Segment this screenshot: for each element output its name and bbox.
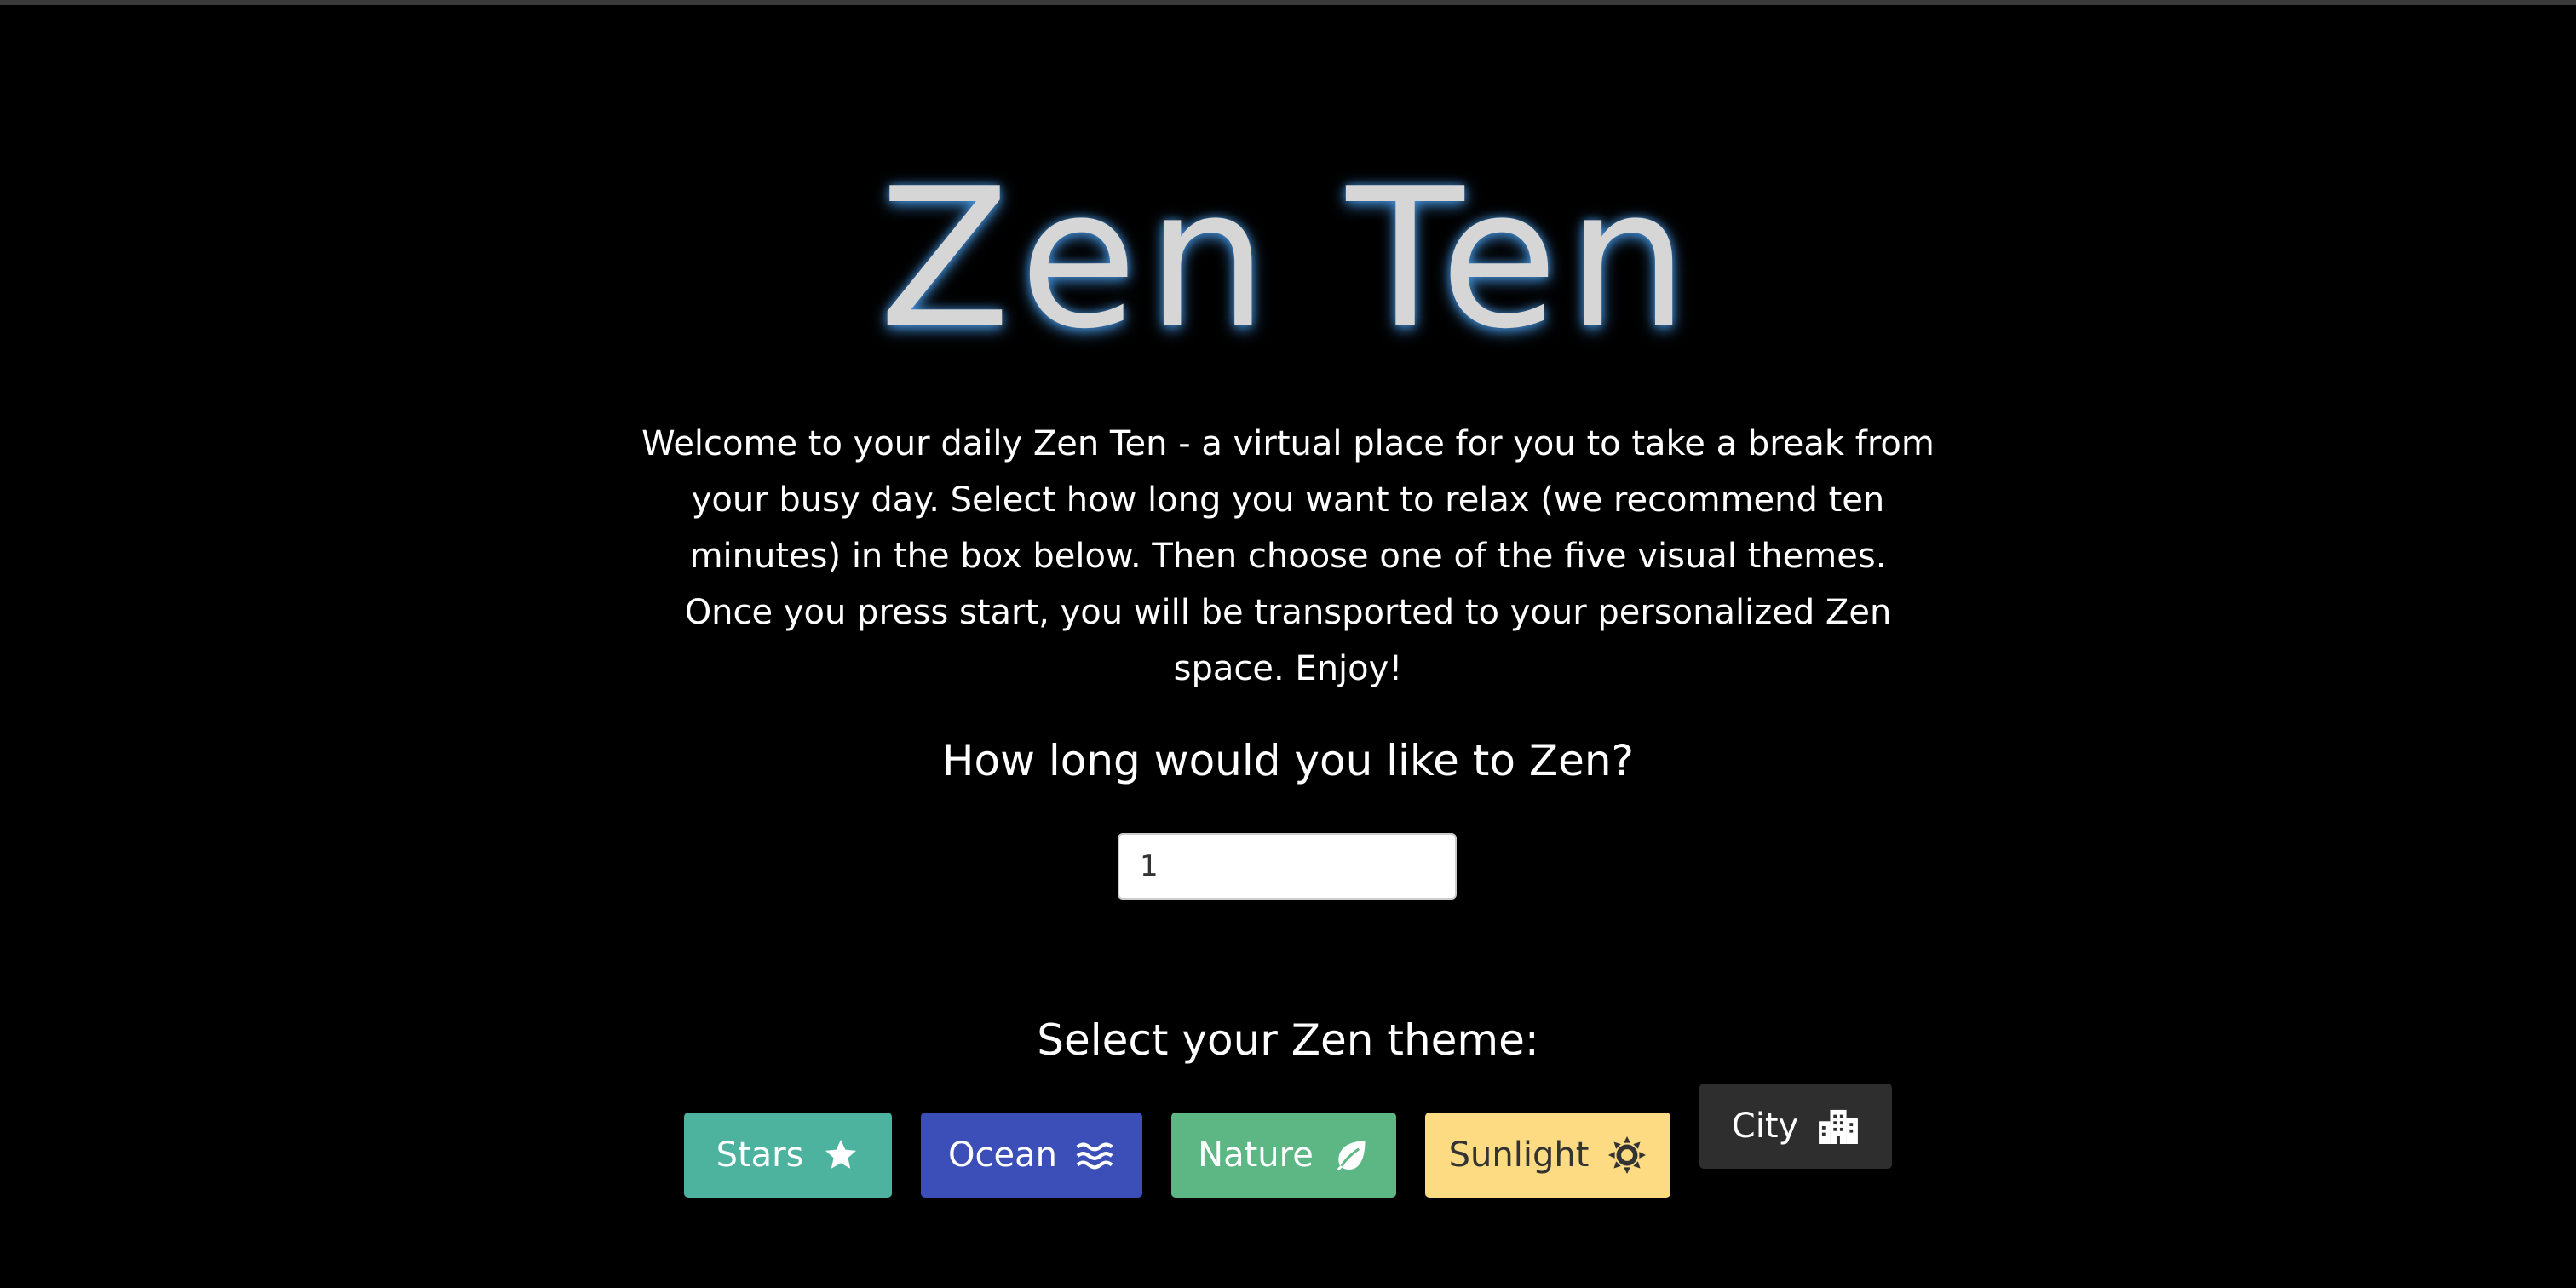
city-theme-button[interactable]: City: [1699, 1084, 1892, 1169]
star-icon: [825, 1140, 857, 1169]
stars-theme-button[interactable]: Stars: [684, 1113, 892, 1198]
city-button-label: City: [1731, 1107, 1799, 1146]
city-icon: [1819, 1109, 1859, 1144]
theme-heading: Select your Zen theme:: [1037, 1015, 1539, 1065]
water-icon: [1076, 1142, 1113, 1170]
duration-input[interactable]: [1118, 833, 1457, 900]
ocean-theme-button[interactable]: Ocean: [921, 1113, 1142, 1198]
duration-question: How long would you like to Zen?: [941, 736, 1635, 785]
zen-ten-page: Zen Ten Welcome to your daily Zen Ten - …: [0, 0, 2576, 1288]
intro-text: Welcome to your daily Zen Ten - a virtua…: [641, 424, 1935, 688]
nature-button-label: Nature: [1198, 1136, 1314, 1175]
ocean-button-label: Ocean: [948, 1136, 1057, 1175]
sunlight-theme-button[interactable]: Sunlight: [1425, 1113, 1670, 1198]
page-title: Zen Ten: [878, 147, 1698, 371]
sun-icon: [1608, 1136, 1647, 1175]
sunlight-button-label: Sunlight: [1448, 1136, 1590, 1175]
leaf-icon: [1337, 1141, 1366, 1171]
stars-button-label: Stars: [716, 1136, 804, 1175]
nature-theme-button[interactable]: Nature: [1171, 1113, 1396, 1198]
